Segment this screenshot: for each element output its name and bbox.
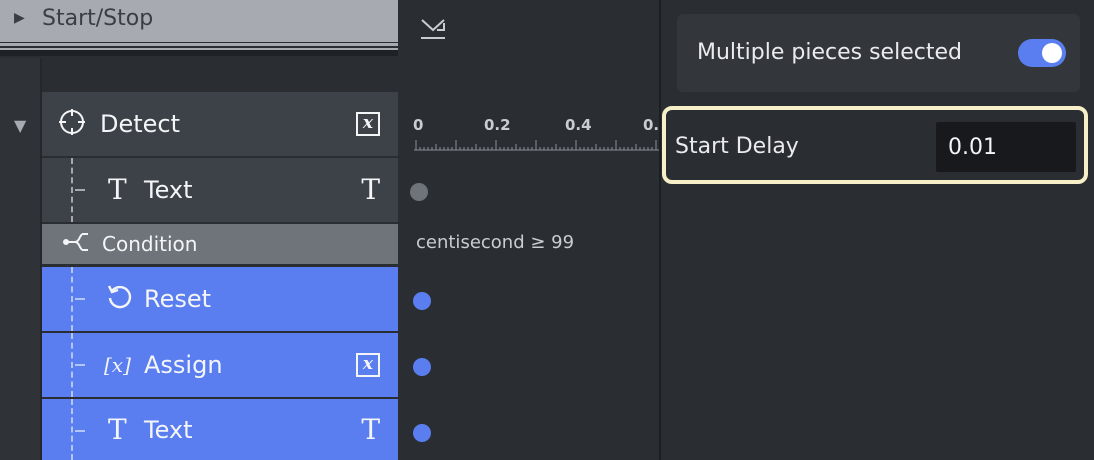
multiple-selected-card: Multiple pieces selected <box>677 14 1080 92</box>
timeline-keyframe-dot[interactable] <box>410 183 428 201</box>
timeline-keyframe-dot[interactable] <box>413 358 431 376</box>
toggle-knob <box>1042 43 1062 63</box>
tree-row-label: Condition <box>102 232 198 256</box>
tree-row-label: Text <box>144 176 193 204</box>
header-divider-lower <box>0 48 398 56</box>
tree-connector <box>75 298 85 300</box>
start-delay-field-group: Start Delay <box>662 106 1088 184</box>
text-icon: T <box>108 412 127 446</box>
start-stop-header[interactable]: ▶ Start/Stop <box>0 0 398 42</box>
tree-row-condition[interactable]: Condition <box>42 224 398 264</box>
tree-row-reset[interactable]: Reset <box>42 267 398 331</box>
tree-connector <box>75 430 85 432</box>
variable-icon: x <box>356 353 380 377</box>
text-icon: T <box>361 173 380 206</box>
tree-row-text[interactable]: T Text T <box>42 399 398 460</box>
collapse-triangle-icon[interactable]: ▼ <box>14 116 26 135</box>
condition-expression: centisecond ≥ 99 <box>416 232 575 253</box>
timeline-tick: 0 <box>413 116 424 134</box>
timeline-ruler[interactable] <box>414 140 660 154</box>
crosshair-icon <box>58 108 86 140</box>
timeline-keyframe-dot[interactable] <box>413 292 431 310</box>
text-icon: T <box>361 412 380 446</box>
tree-connector <box>75 189 85 191</box>
tree-connector <box>71 333 73 397</box>
tree-connector <box>71 267 73 331</box>
variable-icon: x <box>356 112 380 136</box>
start-stop-label: Start/Stop <box>42 6 154 31</box>
timeline-tick: 0.4 <box>565 116 592 134</box>
multiple-selected-label: Multiple pieces selected <box>697 40 962 65</box>
reset-icon <box>106 283 134 315</box>
tree-connector <box>75 364 85 366</box>
variable-bracket-icon: [x] <box>104 353 131 377</box>
tree-spacer <box>42 58 398 90</box>
tree-connector <box>71 399 73 460</box>
multiple-selected-toggle[interactable] <box>1018 39 1066 67</box>
start-delay-input[interactable] <box>936 122 1076 172</box>
tree-row-assign[interactable]: [x] Assign x <box>42 333 398 397</box>
expand-icon[interactable] <box>418 16 448 46</box>
timeline-keyframe-dot[interactable] <box>413 424 431 442</box>
tree-row-label: Reset <box>144 285 212 313</box>
branch-icon <box>62 231 90 257</box>
timeline-tick: 0.2 <box>484 116 511 134</box>
tree-row-detect[interactable]: Detect x <box>42 92 398 156</box>
start-delay-label: Start Delay <box>675 134 799 159</box>
triangle-right-icon[interactable]: ▶ <box>14 10 25 26</box>
tree-connector <box>71 158 73 222</box>
tree-row-label: Assign <box>144 351 223 379</box>
header-divider <box>0 43 398 46</box>
tree-row-label: Text <box>144 415 193 444</box>
tree-row-text[interactable]: T Text T <box>42 158 398 222</box>
text-icon: T <box>108 173 127 206</box>
timeline-panel: 0 0.2 0.4 0. centisecond ≥ 99 <box>398 0 660 460</box>
timeline-tick: 0. <box>643 116 660 134</box>
tree-row-label: Detect <box>100 110 181 138</box>
